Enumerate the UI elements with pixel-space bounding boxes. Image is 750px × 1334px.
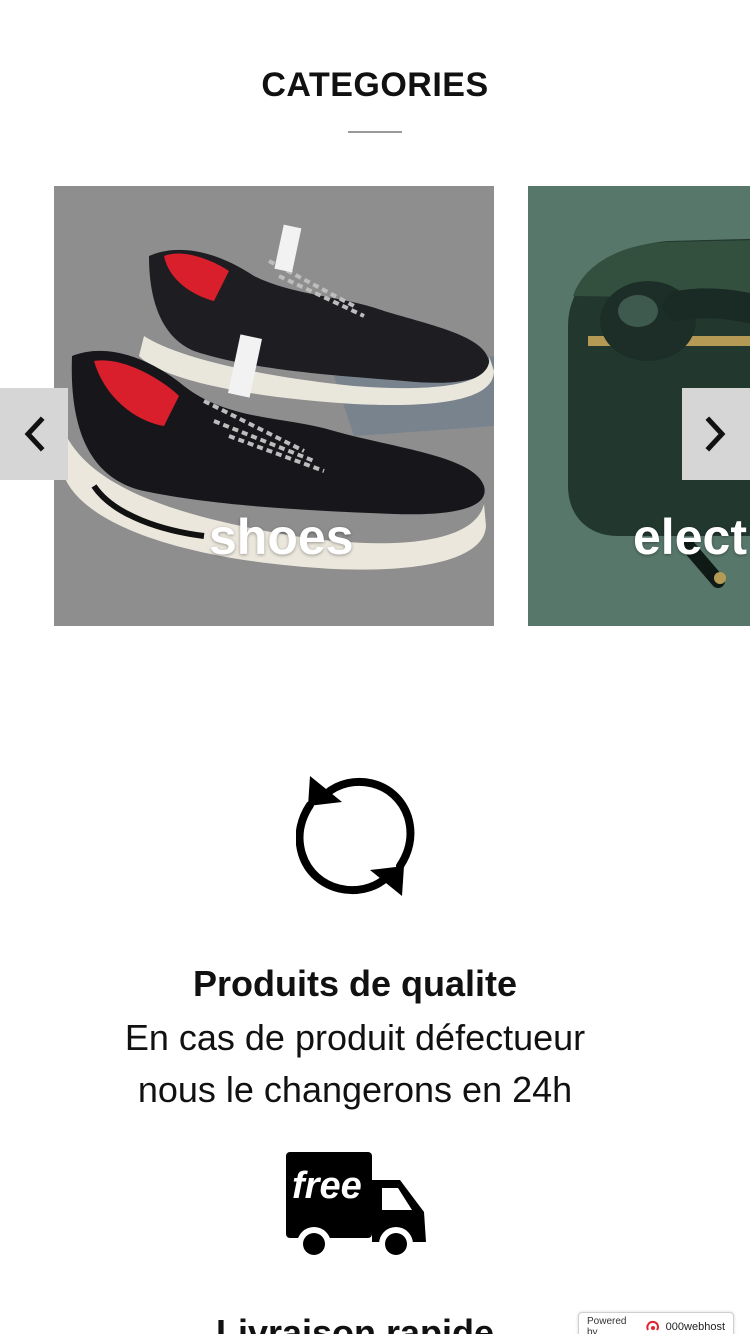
carousel-prev-button[interactable] [0, 388, 68, 480]
truck-icon-text: free [292, 1165, 362, 1207]
chevron-left-icon [24, 416, 45, 452]
chevron-right-icon [705, 416, 726, 452]
categories-title: CATEGORIES [261, 66, 489, 104]
powered-by-brand: 000webhost [665, 1321, 725, 1333]
webhost-logo-icon [646, 1320, 659, 1331]
feature-title-quality: Produits de qualite [192, 963, 518, 1004]
category-label-electronics[interactable]: elect [633, 508, 747, 566]
powered-by-text: Powered by [587, 1316, 627, 1334]
title-divider [348, 131, 402, 133]
feature-description-line-2: nous le changerons en 24h [137, 1069, 573, 1110]
category-label-shoes[interactable]: shoes [209, 508, 354, 566]
feature-description-line-1: En cas de produit défectueur [124, 1017, 586, 1058]
feature-description-quality: En cas de produit défectueur nous le cha… [60, 1012, 650, 1116]
categories-carousel: shoes elect [0, 186, 750, 626]
category-card-shoes[interactable]: shoes [54, 186, 494, 626]
carousel-next-button[interactable] [682, 388, 750, 480]
refresh-icon [296, 776, 415, 896]
powered-by-badge[interactable]: Powered by 000webhost [578, 1312, 734, 1334]
free-delivery-truck-icon: free [286, 1152, 426, 1261]
page: CATEGORIES shoes elect Produits de quali… [0, 0, 750, 1334]
